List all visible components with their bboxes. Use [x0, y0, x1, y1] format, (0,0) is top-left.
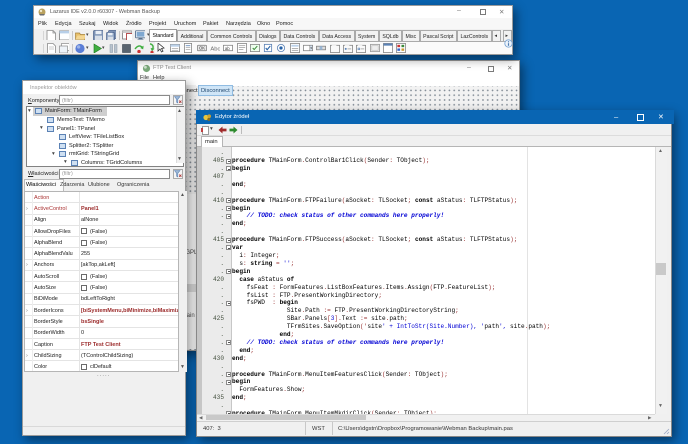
svg-text:Abc: Abc	[210, 46, 220, 52]
svg-text:ab: ab	[225, 45, 230, 50]
svg-text:OK: OK	[199, 45, 205, 50]
